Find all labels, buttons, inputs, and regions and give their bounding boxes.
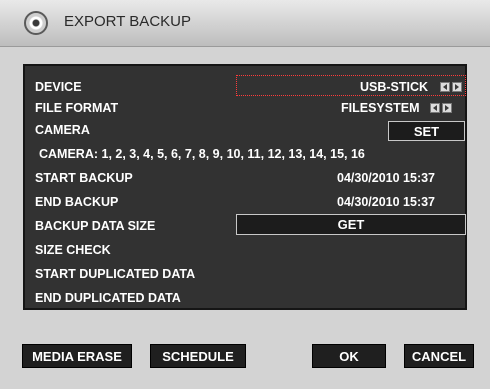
window-title: EXPORT BACKUP [64,13,191,30]
end-backup-value[interactable]: 04/30/2010 15:37 [337,195,435,209]
size-check-label: SIZE CHECK [35,243,111,257]
arrow-right-icon[interactable] [442,103,452,113]
camera-set-button[interactable]: SET [388,121,465,141]
arrow-left-icon[interactable] [440,82,450,92]
camera-list-row: CAMERA: 1, 2, 3, 4, 5, 6, 7, 8, 9, 10, 1… [25,144,465,164]
arrow-left-icon[interactable] [430,103,440,113]
settings-panel: DEVICE USB-STICK FILE FORMAT FILESYSTEM … [23,64,467,310]
device-value: USB-STICK [360,80,429,94]
end-backup-label: END BACKUP [35,195,119,209]
title-bar: EXPORT BACKUP [0,0,490,47]
end-backup-row: END BACKUP 04/30/2010 15:37 [25,192,465,212]
start-backup-label: START BACKUP [35,171,133,185]
arrow-right-icon[interactable] [452,82,462,92]
start-backup-row: START BACKUP 04/30/2010 15:37 [25,168,465,188]
schedule-button[interactable]: SCHEDULE [150,344,246,368]
camera-label: CAMERA [35,123,90,137]
media-erase-button[interactable]: MEDIA ERASE [22,344,132,368]
start-duplicated-row: START DUPLICATED DATA [25,264,465,284]
get-size-button[interactable]: GET [236,214,466,235]
end-duplicated-label: END DUPLICATED DATA [35,291,181,305]
size-check-row: SIZE CHECK [25,240,465,260]
file-format-value[interactable]: FILESYSTEM [341,101,419,115]
start-duplicated-label: START DUPLICATED DATA [35,267,196,281]
cancel-button[interactable]: CANCEL [404,344,474,368]
backup-data-size-label: BACKUP DATA SIZE [35,219,156,233]
start-backup-value[interactable]: 04/30/2010 15:37 [337,171,435,185]
camera-list: CAMERA: 1, 2, 3, 4, 5, 6, 7, 8, 9, 10, 1… [39,147,365,161]
disc-icon [24,11,48,35]
end-duplicated-row: END DUPLICATED DATA [25,288,465,308]
ok-button[interactable]: OK [312,344,386,368]
file-format-label: FILE FORMAT [35,101,119,115]
device-label: DEVICE [35,80,82,94]
file-format-row: FILE FORMAT FILESYSTEM [25,98,465,118]
device-row: DEVICE USB-STICK [25,77,465,97]
